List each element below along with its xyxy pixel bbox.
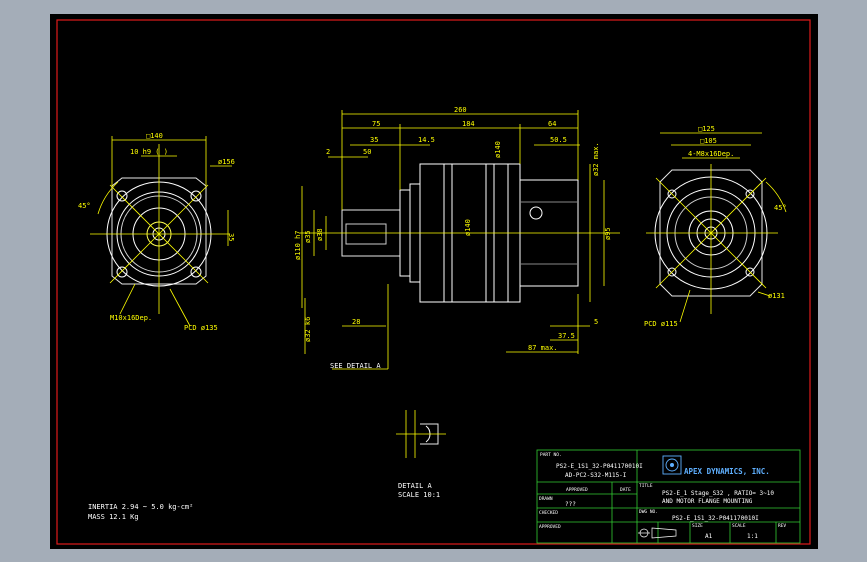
cad-drawing: □140 10 h9 ( ) ø156 45° 35 M10x16Dep. PC…	[56, 19, 811, 545]
dim-dia-38: ø38	[316, 228, 324, 241]
dim-50: 50	[363, 148, 371, 156]
shaft-key	[345, 223, 387, 245]
tb-size-value: A1	[705, 533, 713, 540]
tb-scale-value: 1:1	[747, 533, 758, 540]
inertia-note: INERTIA 2.94 ~ 5.0 kg-cm²	[88, 503, 193, 511]
left-dia-dim: ø156	[218, 158, 235, 166]
right-square-105: □105	[700, 137, 717, 145]
dim-35: 35	[370, 136, 378, 144]
tb-part-no-1: PS2-E_1S1_32-P041170010I	[556, 463, 643, 470]
drawing-border	[56, 19, 811, 545]
dim-2: 2	[326, 148, 330, 156]
dim-28: 28	[352, 318, 360, 326]
tb-drawn-label: DRAWN	[539, 496, 553, 502]
detail-a-scale: SCALE 10:1	[398, 491, 440, 499]
right-pcd-dim: PCD ø115	[644, 320, 678, 328]
drawing-canvas: □140 10 h9 ( ) ø156 45° 35 M10x16Dep. PC…	[50, 14, 818, 549]
left-35-dim: 35	[227, 233, 235, 241]
dim-37-5: 37.5	[558, 332, 575, 340]
dim-dia-32k6: ø32 k6	[304, 317, 312, 342]
left-square-dim: □140	[146, 132, 163, 140]
dim-14-5: 14.5	[418, 136, 435, 144]
dim-50-5: 50.5	[550, 136, 567, 144]
tb-size-label: SIZE	[692, 523, 703, 529]
tb-dwg-label: DWG NO.	[639, 509, 658, 515]
dim-dia-95: ø95	[604, 227, 612, 240]
apex-logo	[662, 455, 682, 475]
tb-drawn-value: ???	[565, 501, 576, 508]
overall-length-dim: 260	[454, 106, 467, 114]
tb-approved-label: APPROVED	[566, 487, 588, 493]
tb-approved2-label: APPROVED	[539, 524, 561, 530]
dim-75: 75	[372, 120, 380, 128]
left-keyway-dim: 10 h9 ( )	[130, 148, 168, 156]
right-square-125: □125	[698, 125, 715, 133]
left-pcd-dim: PCD ø135	[184, 324, 218, 332]
tb-scale-label: SCALE	[732, 523, 746, 529]
detail-a-label: DETAIL A	[398, 482, 433, 490]
projection-symbol-icon	[638, 527, 677, 539]
tb-checked-label: CHECKED	[539, 510, 558, 516]
tb-title-2: AND MOTOR FLANGE MOUNTING	[662, 498, 753, 505]
dim-5: 5	[594, 318, 598, 326]
dim-dia-140-mid: ø140	[464, 219, 472, 236]
tb-title-1: PS2-E_1 Stage_S32 , RATIO= 3~10	[662, 490, 774, 497]
dim-64: 64	[548, 120, 556, 128]
detail-a-view	[396, 410, 446, 458]
dim-dia-140-top: ø140	[494, 141, 502, 158]
tb-title-label: TITLE	[639, 483, 653, 489]
tb-date-label: DATE	[620, 487, 631, 493]
left-tap-dim: M10x16Dep.	[110, 314, 152, 322]
right-dia-131: ø131	[768, 292, 785, 300]
dim-184: 184	[462, 120, 475, 128]
tb-rev-label: REV	[778, 523, 786, 529]
tb-company: APEX DYNAMICS, INC.	[684, 467, 770, 476]
tb-dwg-value: PS2-E_1S1_32-P041170010I	[672, 515, 759, 522]
right-angle-dim: 45°	[774, 204, 787, 212]
dim-dia-110: ø110 h7	[294, 230, 302, 260]
left-angle-dim: 45°	[78, 202, 91, 210]
right-tap-dim: 4-M8x16Dep.	[688, 150, 734, 158]
dim-dia-32max: ø32 max.	[592, 142, 600, 176]
mass-note: MASS 12.1 Kg	[88, 513, 139, 521]
tb-part-no-label: PART NO.	[540, 452, 562, 458]
dim-dia-35: ø35	[304, 230, 312, 243]
dim-87-max: 87 max.	[528, 344, 558, 352]
tb-part-no-2: AD-PC2-S32-M115-I	[565, 472, 627, 479]
see-detail-label: SEE DETAIL A	[330, 362, 381, 370]
